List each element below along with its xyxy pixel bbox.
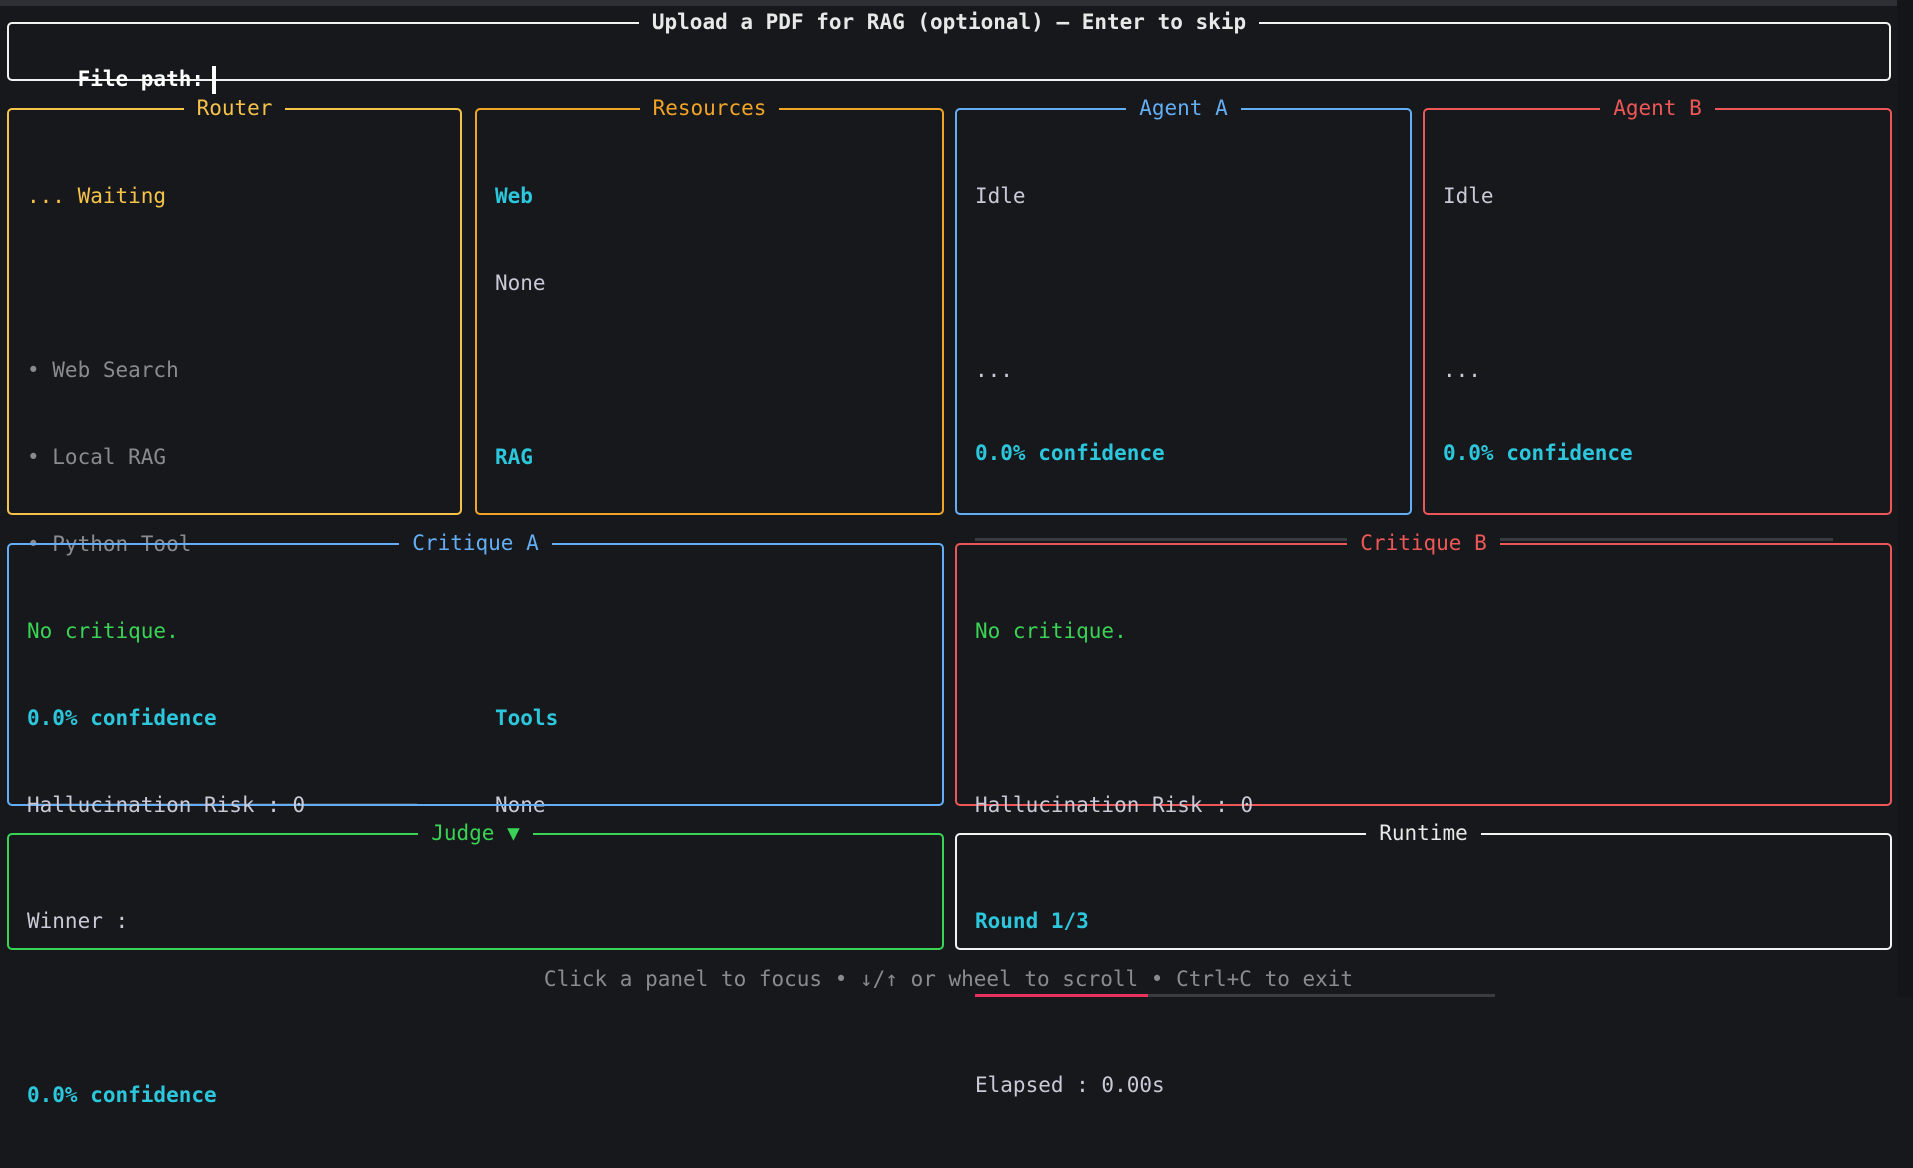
router-status: ... Waiting: [27, 184, 167, 208]
resources-panel[interactable]: Resources Web None RAG None Tools None: [475, 96, 944, 817]
judge-winner: Winner :: [27, 909, 129, 933]
text-caret: [212, 66, 217, 94]
runtime-title: Runtime: [1366, 821, 1481, 845]
critique-a-message: No critique.: [27, 619, 179, 643]
agent-a-confidence: 0.0% confidence: [975, 441, 1165, 465]
runtime-round: Round 1/3: [975, 909, 1089, 933]
agent-a-panel[interactable]: Agent A Idle ... 0.0% confidence: [955, 96, 1412, 541]
agent-a-status: Idle: [975, 184, 1026, 208]
critique-b-risk: Hallucination Risk : 0: [975, 793, 1254, 817]
agent-a-output: ...: [975, 358, 1013, 382]
critique-a-panel[interactable]: Critique A No critique. Hallucination Ri…: [7, 531, 944, 817]
resource-web-label: Web: [495, 184, 533, 208]
window-top-edge: [0, 0, 1913, 6]
runtime-elapsed: Elapsed : 0.00s: [975, 1073, 1165, 1097]
router-item-local-rag: • Local RAG: [27, 445, 167, 469]
scrollbar-track[interactable]: [1897, 0, 1913, 997]
router-panel[interactable]: Router ... Waiting • Web Search • Local …: [7, 96, 462, 806]
resources-title: Resources: [639, 96, 780, 120]
agent-a-title: Agent A: [1126, 96, 1241, 120]
upload-title: Upload a PDF for RAG (optional) — Enter …: [638, 10, 1260, 34]
agent-b-status: Idle: [1443, 184, 1494, 208]
agent-b-panel[interactable]: Agent B Idle ... 0.0% confidence: [1423, 96, 1892, 541]
agent-b-confidence: 0.0% confidence: [1443, 441, 1633, 465]
critique-a-title: Critique A: [399, 531, 552, 555]
upload-panel[interactable]: Upload a PDF for RAG (optional) — Enter …: [7, 10, 1891, 94]
judge-panel[interactable]: Judge ▼ Winner : 0.0% confidence: [7, 821, 944, 1107]
router-title: Router: [183, 96, 286, 120]
file-path-label: File path:: [77, 67, 205, 91]
critique-a-risk: Hallucination Risk : 0: [27, 793, 306, 817]
resource-rag-label: RAG: [495, 445, 533, 469]
critique-b-title: Critique B: [1347, 531, 1500, 555]
judge-confidence: 0.0% confidence: [27, 1083, 217, 1107]
router-item-web-search: • Web Search: [27, 358, 179, 382]
critique-b-panel[interactable]: Critique B No critique. Hallucination Ri…: [955, 531, 1892, 817]
agent-b-output: ...: [1443, 358, 1481, 382]
resource-web-value: None: [495, 271, 546, 295]
judge-title[interactable]: Judge ▼: [418, 821, 533, 845]
agent-b-title: Agent B: [1600, 96, 1715, 120]
footer-hint: Click a panel to focus • ↓/↑ or wheel to…: [543, 967, 1354, 991]
runtime-panel[interactable]: Runtime Round 1/3 Elapsed : 0.00s: [955, 821, 1892, 1097]
critique-b-message: No critique.: [975, 619, 1127, 643]
